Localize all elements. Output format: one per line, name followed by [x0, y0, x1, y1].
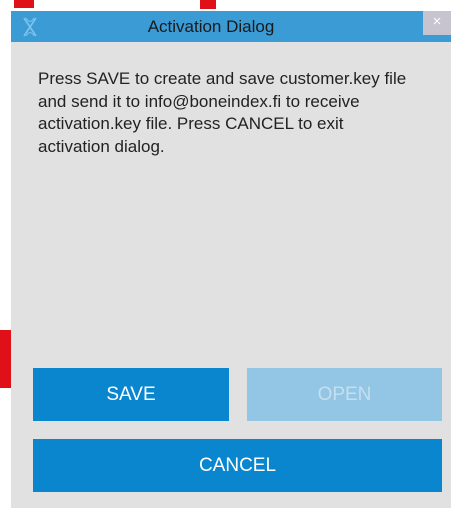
- background-red-shape-top: [14, 0, 34, 8]
- title-bar: Activation Dialog ×: [11, 11, 451, 42]
- cancel-button[interactable]: CANCEL: [33, 439, 442, 492]
- background-red-shape-top-center: [200, 0, 216, 9]
- instruction-text: Press SAVE to create and save customer.k…: [38, 69, 407, 156]
- activation-dialog-window: Activation Dialog × Press SAVE to create…: [11, 11, 451, 508]
- window-title: Activation Dialog: [147, 17, 275, 36]
- open-button[interactable]: OPEN: [247, 368, 442, 421]
- close-button[interactable]: ×: [423, 11, 451, 35]
- save-button[interactable]: SAVE: [33, 368, 229, 421]
- close-icon: ×: [432, 13, 442, 30]
- background-red-shape-left: [0, 330, 11, 388]
